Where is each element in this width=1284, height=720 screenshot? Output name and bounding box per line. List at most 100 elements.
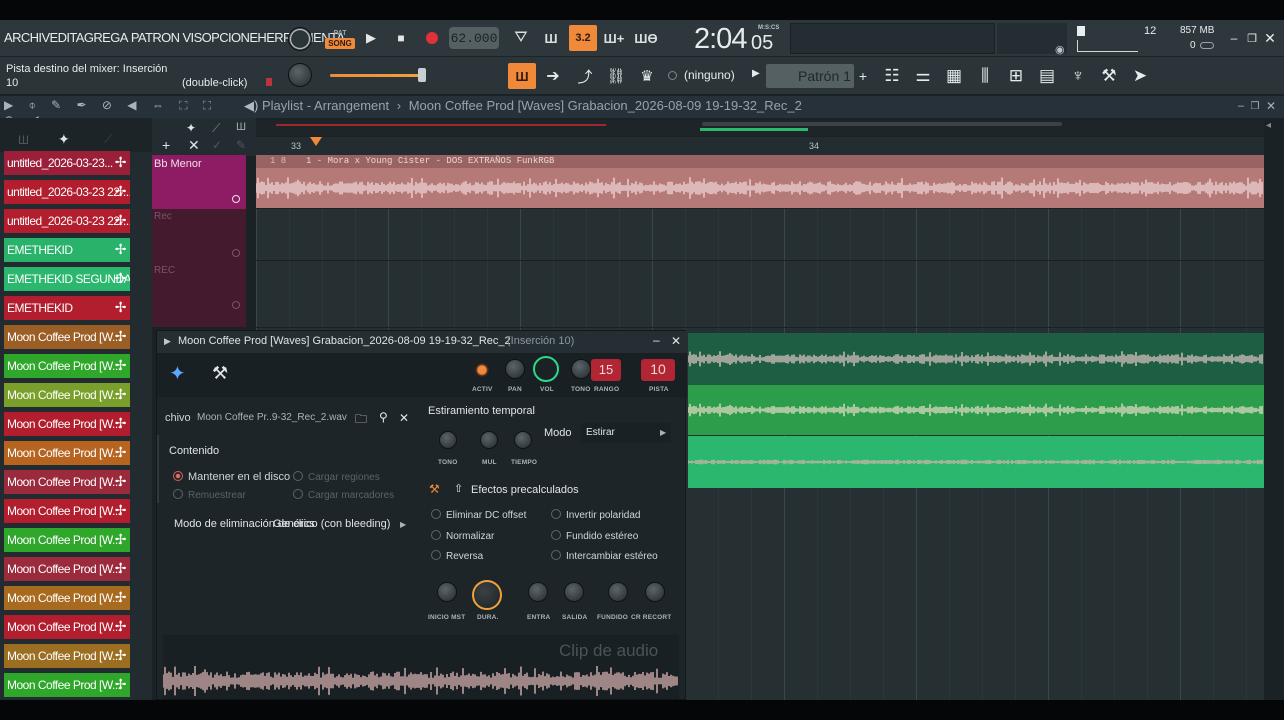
loop-record-icon[interactable]: ШӨ [633,27,659,49]
clear-file-icon[interactable]: ✕ [399,411,409,425]
fx-normalize[interactable]: Normalizar [431,530,494,542]
playhead-marker[interactable] [310,137,322,146]
plugin-icon[interactable]: ♆ [1064,63,1092,89]
piano-icon[interactable]: Ш [236,121,246,133]
stop-button[interactable]: ■ [390,26,412,50]
add-track-button[interactable]: + [162,137,170,153]
load-markers-option[interactable]: Cargar marcadores [293,489,394,501]
magnet-icon[interactable]: ⟋ [212,121,220,136]
master-volume-slider[interactable] [330,68,430,82]
link-icon[interactable]: ⛓ [603,63,629,89]
pattern-selector[interactable]: Patrón 1 [766,64,854,88]
picker-tab-icon-2[interactable]: ✦ [58,131,70,148]
add-pattern-button[interactable]: + [855,64,871,88]
declick-value[interactable]: Genérico (con bleeding) [273,518,390,530]
load-regions-option[interactable]: Cargar regiones [293,471,380,483]
vertical-scroll-up[interactable]: ◂ [1266,120,1280,134]
horizontal-scrollbar[interactable] [256,120,1264,136]
fx-invert-polarity[interactable]: Invertir polaridad [551,509,640,521]
playlist-close-button[interactable]: ✕ [1264,99,1278,113]
pin-icon[interactable]: ⚲ [379,410,388,424]
track-header-3[interactable]: REC [152,261,246,327]
step-edit-icon[interactable]: Ш+ [602,27,626,49]
metronome-icon[interactable]: ⛛ [509,27,533,49]
picker-item[interactable]: Moon Coffee Prod [W... ✢ [4,615,130,639]
stretch-tiempo-knob[interactable] [514,431,532,449]
picker-item[interactable]: untitled_2026-03-23 22-... ✢ [4,209,130,233]
project-icon[interactable]: ▤ [1033,63,1061,89]
snap-icon[interactable]: ✦ [186,121,196,135]
close-app-button[interactable]: ✕ [1262,30,1278,46]
picker-item[interactable]: Moon Coffee Prod [W... ✢ [4,644,130,668]
fx-reverse[interactable]: Reversa [431,550,483,562]
menu-item-3[interactable]: PATRON [131,30,180,45]
panel-expand-arrow[interactable]: ▶ [164,336,171,347]
crossfade-knob[interactable] [645,582,665,602]
typing-keyboard-button[interactable]: Ш [508,63,536,89]
picker-item[interactable]: Moon Coffee Prod [W... ✢ [4,528,130,552]
rec-clip-track-3[interactable] [688,436,1264,488]
declick-arrow-icon[interactable]: ▶ [400,520,406,529]
song-time-display[interactable]: 2:04 M:S:CS 05 [690,22,786,56]
track-header-1[interactable]: Bb Menor [152,155,246,209]
file-name[interactable]: Moon Coffee Pr..9-32_Rec_2.wav [197,412,347,423]
picker-item[interactable]: Moon Coffee Prod [W... ✢ [4,383,130,407]
main-volume-knob[interactable] [288,27,312,51]
picker-item[interactable]: Moon Coffee Prod [W... ✢ [4,325,130,349]
playlist-minimize-button[interactable]: – [1234,99,1248,113]
picker-item[interactable]: Moon Coffee Prod [W... ✢ [4,673,130,697]
playlist-icon[interactable]: ☷ [878,63,906,89]
record-button[interactable] [420,26,444,50]
start-knob[interactable] [437,582,457,602]
mixer-icon[interactable]: ⫼ [971,63,999,89]
mode-dropdown[interactable]: Estirar ▶ [581,423,671,443]
folder-icon[interactable]: 🗀 [355,410,367,431]
menu-item-0[interactable]: ARCHIV [4,30,50,45]
out-knob[interactable] [564,582,584,602]
menu-item-2[interactable]: GREGA [84,30,129,45]
pan-knob[interactable] [505,359,525,379]
rec-clip-track-1[interactable] [688,333,1264,385]
wrench-tab-icon[interactable]: ⚒ [212,363,228,384]
duration-knob[interactable] [472,580,502,610]
speaker-icon[interactable]: ◀) [244,98,262,113]
picker-item[interactable]: EMETHEKID SEGUNDA... ✢ [4,267,130,291]
wait-input-icon[interactable]: Ш [539,27,563,49]
eye-icon[interactable]: ◉ [1055,43,1065,56]
rec-clip-track-2[interactable] [688,385,1264,435]
picker-item[interactable]: Moon Coffee Prod [W... ✢ [4,412,130,436]
browser-icon[interactable]: ⊞ [1002,63,1030,89]
menu-item-1[interactable]: EDITA [50,30,85,45]
picker-item[interactable]: Moon Coffee Prod [W... ✢ [4,586,130,610]
master-pitch-knob[interactable] [288,63,312,87]
arrow-right-icon[interactable]: ➔ [540,63,566,89]
pencil-icon[interactable]: ✎ [236,138,246,152]
preset-selector[interactable]: (ninguno) ▶ [666,66,761,86]
minimize-app-button[interactable]: – [1226,30,1242,46]
fx-dc-offset[interactable]: Eliminar DC offset [431,509,526,521]
vol-knob[interactable] [533,356,559,382]
picker-tab-icon-1[interactable]: Ш [18,133,29,147]
picker-item[interactable]: Moon Coffee Prod [W... ✢ [4,499,130,523]
audio-clip-main[interactable]: 1 8 1 - Mora x Young Cister - DOS EXTRAÑ… [256,155,1264,208]
in-knob[interactable] [528,582,548,602]
picker-item[interactable]: Moon Coffee Prod [W... ✢ [4,470,130,494]
channel-rack-icon[interactable]: ▦ [940,63,968,89]
rango-display[interactable]: 15 [591,359,621,381]
picker-tab-icon-3[interactable]: ⟋ [104,132,112,147]
stamp-icon[interactable]: ♛ [634,63,660,89]
keep-on-disk-option[interactable]: Mantener en el disco [173,471,290,483]
playlist-maximize-button[interactable]: ❐ [1248,99,1262,113]
brush-icon[interactable]: ⤴ [572,63,598,89]
track-header-2[interactable]: Rec [152,209,246,261]
effects-up-icon[interactable]: ⇧ [454,482,463,495]
pat-song-toggle[interactable]: PAT SONG [324,25,356,53]
picker-item[interactable]: EMETHEKID ✢ [4,296,130,320]
activ-knob[interactable] [475,363,489,377]
clip-panel-minimize[interactable]: – [653,333,660,347]
fx-swap-stereo[interactable]: Intercambiar estéreo [551,550,658,562]
restore-app-button[interactable]: ❐ [1244,30,1260,46]
timeline-ruler[interactable]: 33 34 [256,137,1264,155]
tempo-display[interactable]: 62.000 [449,27,499,49]
picker-item[interactable]: untitled_2026-03-23... ✢ [4,151,130,175]
